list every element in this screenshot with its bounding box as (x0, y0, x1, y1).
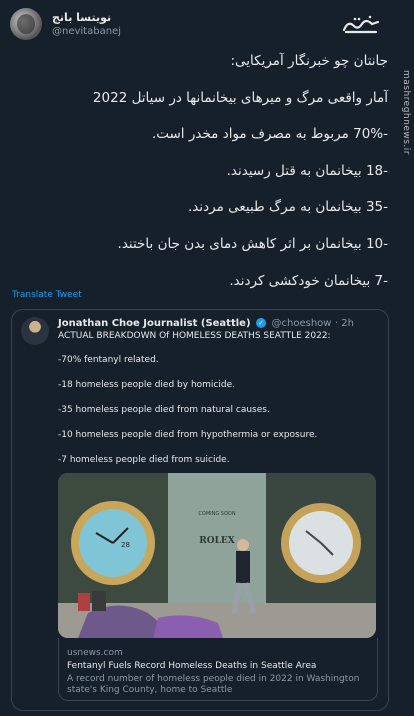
link-source: usnews.com (67, 648, 123, 658)
quoted-text-line: -35 homeless people died from natural ca… (58, 405, 270, 415)
tweet-line: -35 بیخانمان به مرگ طبیعی مردند. (187, 199, 388, 215)
tweet-line: -7 بیخانمان خودکشی کردند. (229, 273, 388, 289)
quoted-text-line: -7 homeless people died from suicide. (58, 455, 230, 465)
quoted-author-line: Jonathan Choe Journalist (Seattle) ✓ @ch… (58, 318, 354, 329)
mashregh-logo (342, 15, 380, 34)
tweet-header: نویتسا بانج @nevitabanej (0, 0, 414, 48)
rolex-sign: ROLEX (199, 536, 235, 546)
quoted-text-line: ACTUAL BREAKDOWN Of HOMELESS DEATHS SEAT… (58, 331, 331, 341)
storefront-photo: 28 COMING SOON ROLEX (58, 473, 376, 638)
tweet-line: جانتان چو خبرنگار آمریکایی: (230, 53, 388, 69)
quoted-time: · 2h (334, 318, 354, 329)
quoted-author-name[interactable]: Jonathan Choe Journalist (Seattle) (58, 318, 251, 329)
watermark-vertical: mashreghnews.ir (401, 70, 411, 155)
translate-tweet-link[interactable]: Translate Tweet (12, 290, 82, 300)
author-handle[interactable]: @nevitabanej (52, 26, 121, 37)
tweet-line: -10 بیخانمان بر اثر کاهش دمای بدن جان با… (117, 236, 388, 252)
quoted-author-avatar[interactable] (21, 317, 49, 345)
link-preview-image[interactable]: 28 COMING SOON ROLEX (58, 473, 376, 638)
author-avatar[interactable] (10, 8, 42, 40)
tweet-line: -70% مربوط به مصرف مواد مخدر است. (151, 126, 388, 142)
quoted-tweet-card[interactable]: Jonathan Choe Journalist (Seattle) ✓ @ch… (11, 309, 389, 711)
link-title: Fentanyl Fuels Record Homeless Deaths in… (67, 661, 317, 671)
link-description: A record number of homeless people died … (67, 674, 360, 695)
quoted-text-line: -10 homeless people died from hypothermi… (58, 430, 318, 440)
verified-badge-icon: ✓ (256, 318, 267, 328)
coming-soon-sign: COMING SOON (198, 511, 235, 517)
tweet-line: -18 بیخانمان به قتل رسیدند. (226, 163, 388, 179)
quoted-text-line: -18 homeless people died by homicide. (58, 380, 235, 390)
author-name[interactable]: نویتسا بانج (52, 11, 111, 24)
quoted-text-line: -70% fentanyl related. (58, 355, 159, 365)
watch-date: 28 (121, 541, 130, 549)
tweet-line: آمار واقعی مرگ و میرهای بیخانمانها در سی… (92, 90, 388, 106)
quoted-author-handle[interactable]: @choeshow (272, 318, 332, 329)
link-preview-meta[interactable]: usnews.com Fentanyl Fuels Record Homeles… (58, 638, 378, 701)
